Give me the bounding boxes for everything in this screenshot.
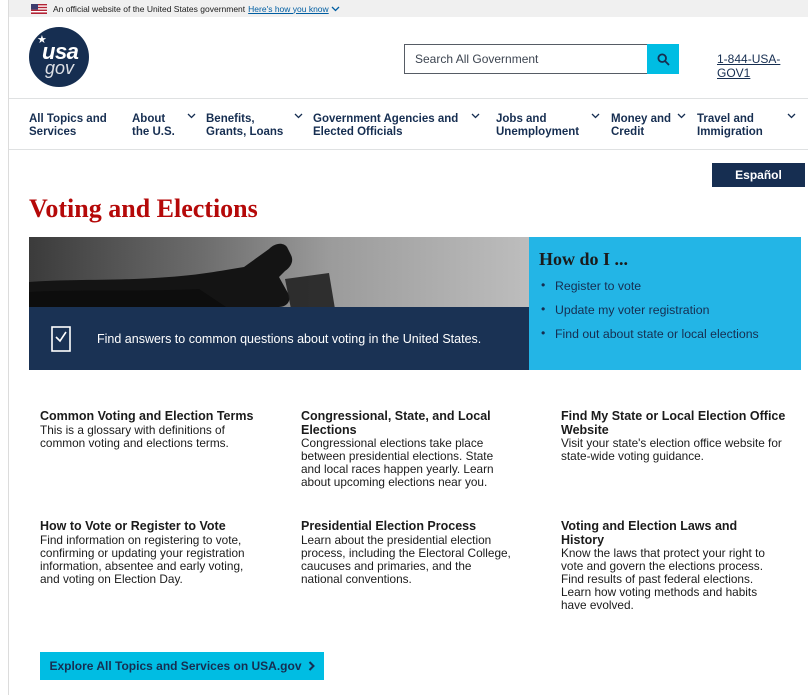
topic-card[interactable]: How to Vote or Register to Vote Find inf… — [40, 519, 265, 586]
nav-gov-agencies[interactable]: Government Agencies and Elected Official… — [313, 113, 463, 139]
topic-title[interactable]: Congressional, State, and Local Election… — [301, 409, 516, 437]
chevron-down-icon[interactable] — [187, 113, 196, 119]
logo-gov-text: gov — [45, 58, 75, 78]
search-icon — [656, 52, 670, 66]
topic-card[interactable]: Presidential Election Process Learn abou… — [301, 519, 516, 586]
how-do-i-list: Register to vote Update my voter registr… — [539, 278, 791, 341]
ballot-box-image — [29, 237, 529, 309]
chevron-down-icon — [331, 6, 340, 11]
nav-about-us[interactable]: About the U.S. — [132, 113, 182, 139]
topic-title[interactable]: Voting and Election Laws and History — [561, 519, 776, 547]
topic-title[interactable]: Common Voting and Election Terms — [40, 409, 265, 424]
topic-desc: This is a glossary with definitions of c… — [40, 422, 229, 450]
link-update-registration[interactable]: Update my voter registration — [539, 302, 791, 317]
nav-money-credit[interactable]: Money and Credit — [611, 113, 673, 139]
main-nav: All Topics and Services About the U.S. B… — [9, 98, 808, 150]
chevron-down-icon[interactable] — [787, 113, 796, 119]
page-title: Voting and Elections — [29, 194, 258, 223]
topic-card[interactable]: Common Voting and Election Terms This is… — [40, 409, 265, 450]
chevron-down-icon[interactable] — [471, 113, 480, 119]
search-button[interactable] — [647, 44, 679, 74]
topic-desc: Know the laws that protect your right to… — [561, 546, 765, 612]
banner-text: An official website of the United States… — [53, 3, 246, 14]
nav-benefits[interactable]: Benefits, Grants, Loans — [206, 113, 286, 139]
topic-desc: Congressional elections take place betwe… — [301, 436, 494, 489]
us-flag-icon — [31, 3, 47, 14]
topic-title[interactable]: Presidential Election Process — [301, 519, 516, 534]
topic-desc: Visit your state's election office websi… — [561, 436, 782, 463]
nav-all-topics[interactable]: All Topics and Services — [29, 113, 114, 139]
topic-desc: Find information on registering to vote,… — [40, 532, 245, 586]
topic-desc: Learn about the presidential election pr… — [301, 532, 511, 586]
hero-caption: Find answers to common questions about v… — [97, 331, 482, 346]
topic-title[interactable]: Find My State or Local Election Office W… — [561, 409, 786, 437]
heres-how-link[interactable]: Here's how you know — [248, 4, 340, 14]
checkbox-ballot-icon — [51, 325, 71, 352]
nav-travel[interactable]: Travel and Immigration — [697, 113, 772, 139]
explore-all-topics-button[interactable]: Explore All Topics and Services on USA.g… — [40, 652, 324, 680]
chevron-down-icon[interactable] — [591, 113, 600, 119]
search-input[interactable] — [404, 44, 647, 74]
search-form — [404, 44, 679, 74]
nav-jobs[interactable]: Jobs and Unemployment — [496, 113, 591, 139]
how-do-i-panel: How do I ... Register to vote Update my … — [529, 237, 801, 370]
topic-card[interactable]: Find My State or Local Election Office W… — [561, 409, 786, 463]
phone-link[interactable]: 1-844-USA-GOV1 — [717, 52, 808, 80]
link-register-to-vote[interactable]: Register to vote — [539, 278, 791, 293]
page: An official website of the United States… — [8, 0, 808, 695]
hero-banner: Find answers to common questions about v… — [29, 237, 529, 370]
gov-banner: An official website of the United States… — [9, 0, 808, 17]
topic-card[interactable]: Congressional, State, and Local Election… — [301, 409, 516, 489]
topic-title[interactable]: How to Vote or Register to Vote — [40, 519, 265, 534]
espanol-button[interactable]: Español — [712, 163, 805, 187]
hero-caption-band: Find answers to common questions about v… — [29, 307, 529, 370]
chevron-down-icon[interactable] — [294, 113, 303, 119]
chevron-down-icon[interactable] — [677, 113, 686, 119]
heres-how-label: Here's how you know — [248, 3, 329, 14]
how-do-i-title: How do I ... — [539, 249, 629, 269]
link-state-local-elections[interactable]: Find out about state or local elections — [539, 326, 791, 341]
chevron-right-icon — [308, 661, 315, 671]
topic-card[interactable]: Voting and Election Laws and History Kno… — [561, 519, 776, 612]
explore-label: Explore All Topics and Services on USA.g… — [49, 659, 302, 673]
usagov-logo[interactable]: ★ usa gov — [29, 27, 89, 87]
hand-silhouette-icon — [29, 243, 335, 309]
